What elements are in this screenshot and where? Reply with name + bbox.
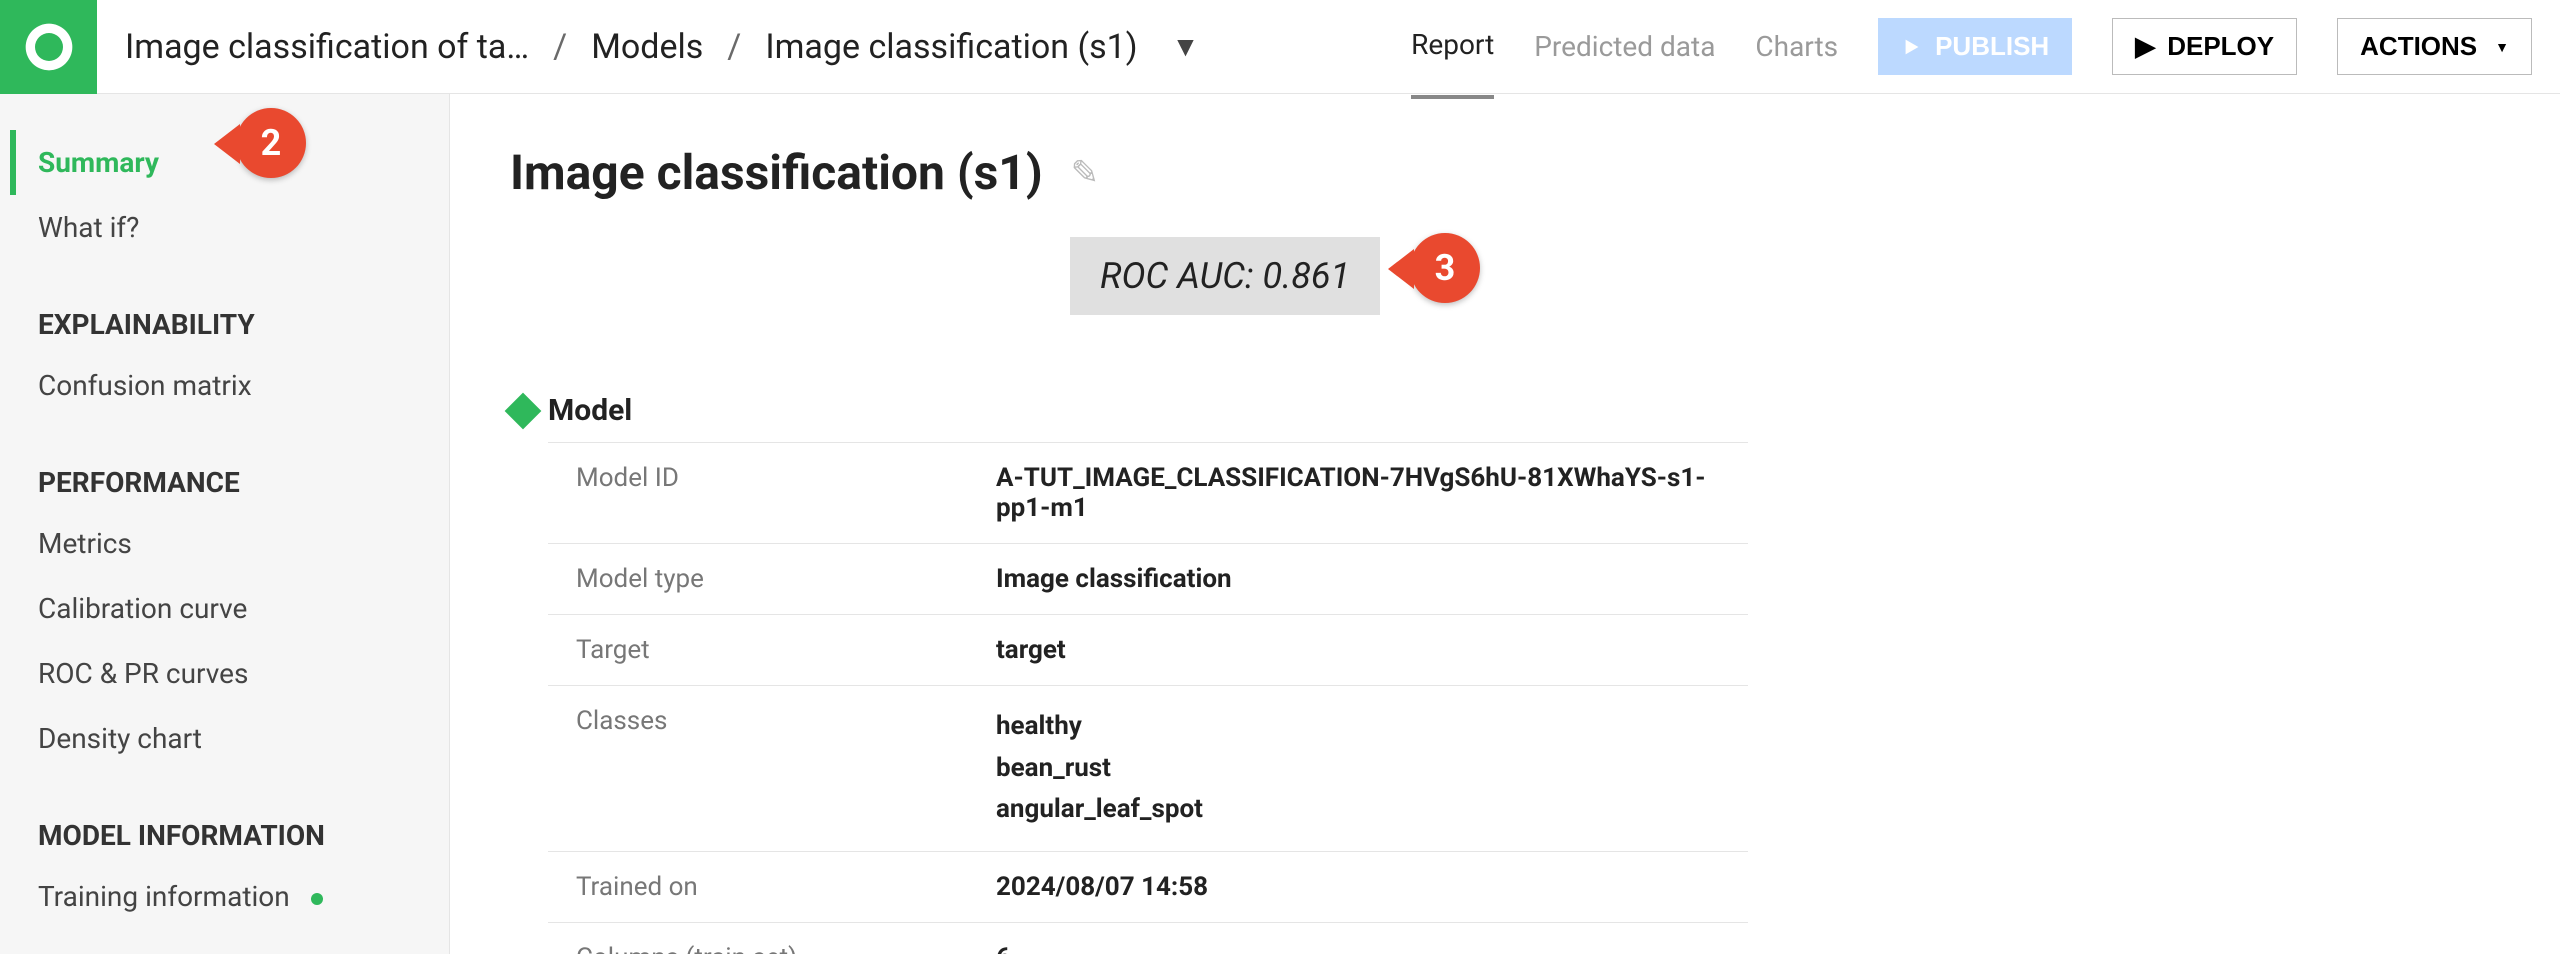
metric-label: ROC AUC:	[1100, 255, 1254, 297]
table-row: Model IDA-TUT_IMAGE_CLASSIFICATION-7HVgS…	[548, 443, 1748, 544]
cell-val: target	[968, 615, 1748, 686]
cell-val: A-TUT_IMAGE_CLASSIFICATION-7HVgS6hU-81XW…	[968, 443, 1748, 544]
right-nav: Report Predicted data Charts PUBLISH ▶ D…	[1411, 0, 2560, 99]
breadcrumb-leaf[interactable]: Image classification (s1)	[765, 27, 1137, 67]
breadcrumb-sep: /	[727, 27, 741, 67]
table-row: Targettarget	[548, 615, 1748, 686]
publish-button[interactable]: PUBLISH	[1878, 18, 2072, 75]
cell-key: Model ID	[548, 443, 968, 544]
sidebar-head-explain: EXPLAINABILITY	[38, 260, 449, 353]
sidebar-item-whatif[interactable]: What if?	[38, 195, 449, 260]
model-icon	[505, 392, 542, 429]
cell-val: healthybean_rustangular_leaf_spot	[968, 686, 1748, 852]
cell-val: Image classification	[968, 544, 1748, 615]
sidebar-head-modelinfo: MODEL INFORMATION	[38, 771, 449, 864]
publish-icon	[1901, 36, 1923, 58]
header: Image classification of ta… / Models / I…	[0, 0, 2560, 94]
deploy-button[interactable]: ▶ DEPLOY	[2112, 18, 2297, 75]
tab-report[interactable]: Report	[1411, 28, 1494, 99]
page-title: Image classification (s1)	[510, 144, 1043, 201]
model-info-table: Model IDA-TUT_IMAGE_CLASSIFICATION-7HVgS…	[548, 442, 1748, 954]
sidebar-head-perf: PERFORMANCE	[38, 418, 449, 511]
brand-logo[interactable]	[0, 0, 97, 94]
sidebar-item-label: Summary	[38, 146, 159, 179]
deploy-label: DEPLOY	[2167, 31, 2274, 62]
callout-bubble: 2	[236, 108, 306, 178]
section-label: Model	[548, 393, 632, 428]
model-section-head: Model	[510, 393, 2500, 428]
cell-key: Trained on	[548, 851, 968, 922]
brand-icon	[21, 19, 77, 75]
sidebar-item-metrics[interactable]: Metrics	[38, 511, 449, 576]
chevron-down-icon[interactable]: ▼	[1162, 30, 1200, 63]
edit-icon[interactable]: ✎	[1071, 153, 1100, 193]
sidebar-item-training-info[interactable]: Training information	[38, 864, 449, 929]
actions-label: ACTIONS	[2360, 31, 2477, 62]
cell-val: 6	[968, 922, 1748, 954]
callout-2: 2	[236, 108, 306, 178]
callout-bubble: 3	[1410, 233, 1480, 303]
metric-value: 0.861	[1262, 255, 1350, 297]
sidebar-item-roc-pr[interactable]: ROC & PR curves	[38, 641, 449, 706]
tab-predicted-data[interactable]: Predicted data	[1534, 30, 1715, 97]
cell-key: Classes	[548, 686, 968, 852]
cell-val: 2024/08/07 14:58	[968, 851, 1748, 922]
body: Summary What if? EXPLAINABILITY Confusio…	[0, 94, 2560, 954]
sidebar: Summary What if? EXPLAINABILITY Confusio…	[0, 94, 450, 954]
sidebar-item-label: Training information	[38, 880, 290, 913]
status-dot-icon	[311, 893, 323, 905]
sidebar-item-density[interactable]: Density chart	[38, 706, 449, 771]
actions-button[interactable]: ACTIONS	[2337, 18, 2532, 75]
table-row: Model typeImage classification	[548, 544, 1748, 615]
breadcrumb: Image classification of ta… / Models / I…	[97, 27, 1411, 67]
table-row: Trained on2024/08/07 14:58	[548, 851, 1748, 922]
publish-label: PUBLISH	[1935, 31, 2049, 62]
table-row: Columns (train set)6	[548, 922, 1748, 954]
play-icon: ▶	[2135, 31, 2155, 62]
roc-auc-metric: ROC AUC: 0.861	[1070, 237, 1380, 315]
title-row: Image classification (s1) ✎	[510, 144, 2500, 201]
cell-key: Target	[548, 615, 968, 686]
sidebar-item-confusion[interactable]: Confusion matrix	[38, 353, 449, 418]
breadcrumb-root[interactable]: Image classification of ta…	[125, 27, 529, 67]
cell-key: Model type	[548, 544, 968, 615]
callout-3: 3	[1410, 233, 1480, 303]
tab-charts[interactable]: Charts	[1755, 30, 1838, 97]
breadcrumb-sep: /	[553, 27, 567, 67]
content: Image classification (s1) ✎ ROC AUC: 0.8…	[450, 94, 2560, 954]
table-row: Classeshealthybean_rustangular_leaf_spot	[548, 686, 1748, 852]
sidebar-item-calibration[interactable]: Calibration curve	[38, 576, 449, 641]
breadcrumb-models[interactable]: Models	[591, 27, 703, 67]
cell-key: Columns (train set)	[548, 922, 968, 954]
